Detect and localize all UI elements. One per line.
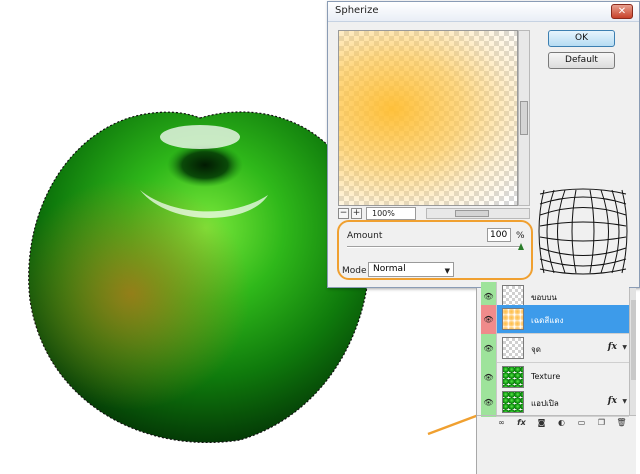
layer-name: จุด <box>531 345 541 354</box>
preview-vertical-scrollbar[interactable] <box>518 30 530 206</box>
mask-icon[interactable]: ◙ <box>535 417 548 428</box>
mode-select[interactable]: Normal ▼ <box>368 262 454 277</box>
mode-value: Normal <box>373 264 406 274</box>
scroll-thumb[interactable] <box>455 210 489 217</box>
default-button[interactable]: Default <box>548 52 615 69</box>
chevron-down-icon[interactable]: ▼ <box>622 398 627 405</box>
zoom-out-button[interactable]: − <box>338 208 349 219</box>
layer-thumbnail <box>502 308 524 330</box>
layers-scrollbar[interactable] <box>629 288 636 415</box>
layer-row[interactable]: 👁 จุด fx ▼ <box>481 334 629 363</box>
chevron-down-icon: ▼ <box>444 267 450 275</box>
fx-icon[interactable]: fx <box>608 342 617 352</box>
layer-name: ขอบบน <box>531 293 557 302</box>
close-button[interactable]: ✕ <box>611 4 633 19</box>
layer-thumbnail <box>502 366 524 388</box>
eye-icon[interactable]: 👁 <box>481 334 497 363</box>
layer-row[interactable]: 👁 เฉดสีแดง <box>481 305 629 334</box>
layer-row[interactable]: 👁 แอปเปิล fx ▼ <box>481 388 629 417</box>
amount-slider[interactable] <box>347 246 521 248</box>
spherize-grid-preview <box>538 188 628 275</box>
adjustment-icon[interactable]: ◐ <box>555 417 568 428</box>
amount-unit: % <box>516 231 525 241</box>
fx-icon[interactable]: fx <box>515 417 528 428</box>
scroll-thumb[interactable] <box>520 101 528 135</box>
chevron-down-icon[interactable]: ▼ <box>622 344 627 351</box>
eye-icon[interactable]: 👁 <box>481 388 497 417</box>
eye-icon[interactable]: 👁 <box>481 305 497 334</box>
dialog-title: Spherize <box>335 5 379 16</box>
parameters-group: Amount 100 % Mode Normal ▼ <box>337 220 533 280</box>
layer-name: Texture <box>531 372 561 381</box>
trash-icon[interactable]: 🗑 <box>615 417 628 428</box>
folder-icon[interactable]: ▭ <box>575 417 588 428</box>
layer-thumbnail <box>502 337 524 359</box>
filter-preview[interactable] <box>338 30 518 206</box>
layers-panel: 👁 ขอบบน 👁 เฉดสีแดง 👁 จุด fx ▼ 👁 Texture … <box>476 282 636 474</box>
spherize-dialog: Spherize ✕ − + 100% Amount 100 % Mode No… <box>327 1 640 288</box>
scroll-thumb[interactable] <box>631 300 636 380</box>
layer-thumbnail <box>502 391 524 413</box>
new-layer-icon[interactable]: ❐ <box>595 417 608 428</box>
zoom-in-button[interactable]: + <box>351 208 362 219</box>
close-icon: ✕ <box>617 6 627 17</box>
layer-name: แอปเปิล <box>531 399 559 408</box>
amount-label: Amount <box>347 231 383 241</box>
apple-image <box>28 111 371 444</box>
dialog-titlebar[interactable]: Spherize ✕ <box>328 2 639 22</box>
ok-button[interactable]: OK <box>548 30 615 47</box>
amount-input[interactable]: 100 <box>487 228 511 242</box>
mode-label: Mode <box>342 266 367 276</box>
zoom-bar: − + 100% <box>338 207 530 221</box>
preview-horizontal-scrollbar[interactable] <box>426 208 530 219</box>
layer-thumbnail <box>502 285 524 307</box>
link-icon[interactable]: ∞ <box>495 417 508 428</box>
zoom-level-field[interactable]: 100% <box>366 207 416 220</box>
layer-name: เฉดสีแดง <box>531 316 564 325</box>
fx-icon[interactable]: fx <box>608 396 617 406</box>
layers-toolbar: ∞ fx ◙ ◐ ▭ ❐ 🗑 <box>477 415 636 429</box>
